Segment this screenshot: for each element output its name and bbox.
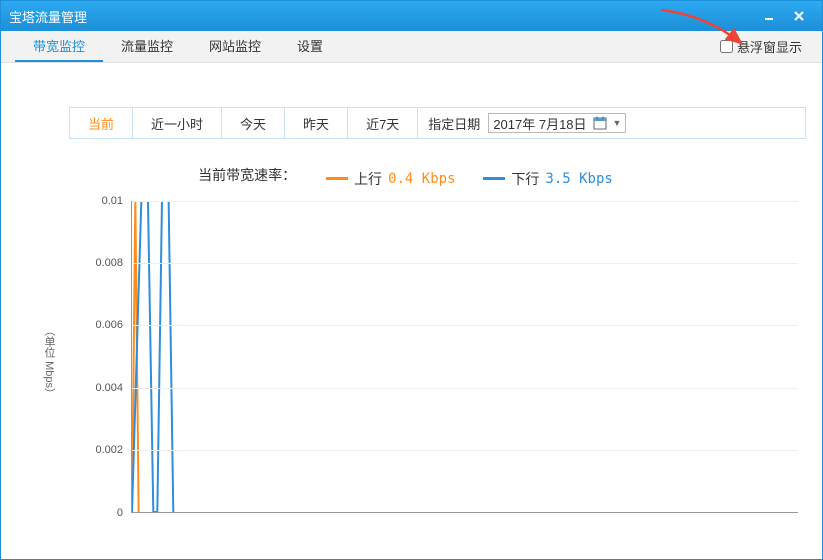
filter-button-0[interactable]: 当前 <box>70 108 133 138</box>
y-axis-label: （单位 Mbps） <box>41 325 57 399</box>
filter-button-3[interactable]: 昨天 <box>285 108 348 138</box>
minimize-icon <box>763 10 775 22</box>
y-tick: 0.008 <box>95 257 123 269</box>
grid-line <box>132 450 798 451</box>
y-axis-ticks: 00.0020.0040.0060.0080.01 <box>85 201 129 523</box>
filter-button-2[interactable]: 今天 <box>222 108 285 138</box>
calendar-icon <box>593 116 607 130</box>
tab-0[interactable]: 带宽监控 <box>15 31 103 62</box>
filter-button-4[interactable]: 近7天 <box>348 108 418 138</box>
legend-title: 当前带宽速率： <box>198 167 296 183</box>
y-tick: 0 <box>117 507 123 519</box>
chart-area: 00.0020.0040.0060.0080.01 <box>91 201 808 523</box>
window-controls <box>754 6 814 26</box>
float-window-toggle[interactable]: 悬浮窗显示 <box>720 31 808 62</box>
chart-plot <box>131 201 798 513</box>
date-value: 2017年 7月18日 <box>493 114 586 133</box>
close-button[interactable] <box>784 6 814 26</box>
y-tick: 0.004 <box>95 382 123 394</box>
grid-line <box>132 325 798 326</box>
tab-1[interactable]: 流量监控 <box>103 31 191 62</box>
download-label: 下行 <box>511 169 539 189</box>
titlebar: 宝塔流量管理 <box>1 1 822 31</box>
dropdown-icon: ▼ <box>613 118 622 128</box>
window-title: 宝塔流量管理 <box>9 7 754 26</box>
upload-value: 0.4 Kbps <box>388 171 455 187</box>
download-value: 3.5 Kbps <box>545 171 612 187</box>
tab-2[interactable]: 网站监控 <box>191 31 279 62</box>
legend-download: 下行 3.5 Kbps <box>483 169 612 189</box>
upload-label: 上行 <box>354 169 382 189</box>
upload-color-icon <box>326 177 348 180</box>
grid-line <box>132 263 798 264</box>
date-filter: 指定日期 2017年 7月18日 ▼ <box>418 108 805 138</box>
float-window-checkbox[interactable] <box>720 40 733 53</box>
chart-svg <box>132 201 798 512</box>
chart-legend: 当前带宽速率： 上行 0.4 Kbps 下行 3.5 Kbps <box>15 165 808 189</box>
y-tick: 0.002 <box>95 444 123 456</box>
tab-bar: 带宽监控流量监控网站监控设置 悬浮窗显示 <box>1 31 822 63</box>
content-area: 当前近一小时今天昨天近7天 指定日期 2017年 7月18日 ▼ 当前带宽速率： <box>1 63 822 523</box>
app-window: 宝塔流量管理 带宽监控流量监控网站监控设置 悬浮窗显示 当前近一小时今天昨天近7… <box>0 0 823 560</box>
filter-button-1[interactable]: 近一小时 <box>133 108 222 138</box>
minimize-button[interactable] <box>754 6 784 26</box>
chart-container: （单位 Mbps） 00.0020.0040.0060.0080.01 <box>35 201 808 523</box>
date-picker[interactable]: 2017年 7月18日 ▼ <box>488 113 626 133</box>
time-filter-row: 当前近一小时今天昨天近7天 指定日期 2017年 7月18日 ▼ <box>69 107 806 139</box>
float-window-label: 悬浮窗显示 <box>737 37 802 56</box>
close-icon <box>793 10 805 22</box>
grid-line <box>132 201 798 202</box>
y-tick: 0.01 <box>102 195 123 207</box>
grid-line <box>132 388 798 389</box>
y-tick: 0.006 <box>95 319 123 331</box>
download-color-icon <box>483 177 505 180</box>
legend-upload: 上行 0.4 Kbps <box>326 169 455 189</box>
date-label: 指定日期 <box>428 114 480 133</box>
tab-3[interactable]: 设置 <box>279 31 341 62</box>
